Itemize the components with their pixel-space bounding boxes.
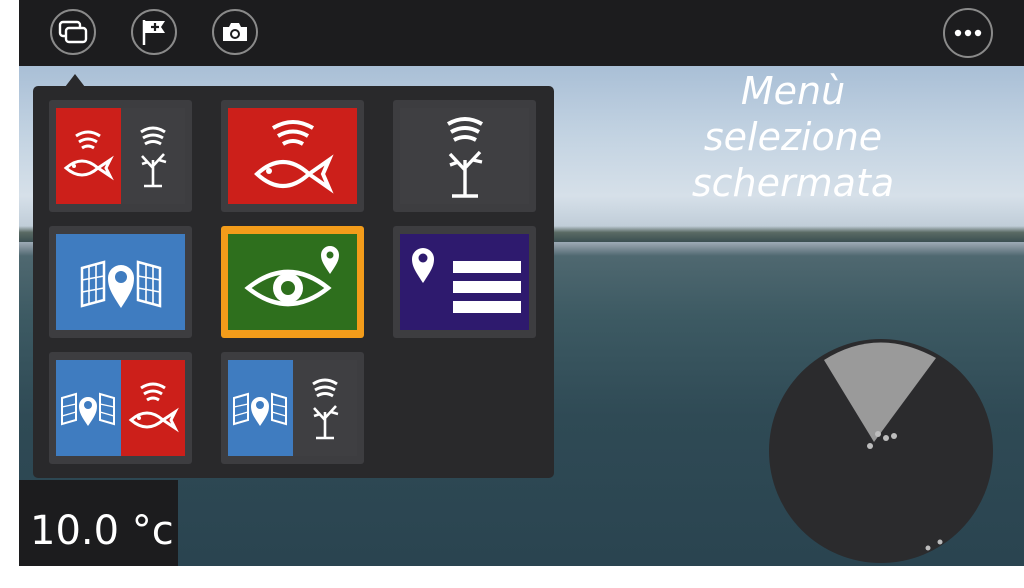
split-screen-icon bbox=[58, 20, 88, 44]
tile-waypoint-list[interactable] bbox=[393, 226, 536, 338]
tree-downvision-icon bbox=[400, 108, 529, 204]
add-waypoint-button[interactable] bbox=[131, 9, 177, 55]
tile-sonar-downvision[interactable] bbox=[49, 100, 192, 212]
pin-list-icon bbox=[400, 234, 529, 330]
top-toolbar bbox=[19, 0, 1024, 66]
screen-select-caption: Menù selezione schermata bbox=[668, 68, 918, 206]
ellipsis-icon bbox=[954, 29, 982, 37]
water-temperature-value: 10.0 °c bbox=[30, 508, 174, 554]
tree-downvision-icon bbox=[120, 108, 185, 204]
screenshot-button[interactable] bbox=[212, 9, 258, 55]
fish-sonar-icon bbox=[56, 108, 121, 204]
tile-chart-downvision[interactable] bbox=[221, 352, 364, 464]
camera-icon bbox=[223, 23, 247, 41]
chart-pin-icon bbox=[228, 360, 293, 456]
more-menu-button[interactable] bbox=[943, 8, 993, 58]
fish-sonar-icon bbox=[120, 360, 185, 456]
caption-line-3: schermata bbox=[691, 161, 895, 205]
tile-chart[interactable] bbox=[49, 226, 192, 338]
tree-downvision-icon bbox=[292, 360, 357, 456]
tile-chart-sonar[interactable] bbox=[49, 352, 192, 464]
caption-line-1: Menù bbox=[740, 69, 846, 113]
fish-sonar-icon bbox=[228, 108, 357, 204]
eye-pin-icon bbox=[228, 234, 357, 330]
tile-downvision[interactable] bbox=[393, 100, 536, 212]
screen-select-menu bbox=[33, 86, 554, 478]
tile-camera[interactable] bbox=[221, 226, 364, 338]
chart-pin-icon bbox=[56, 234, 185, 330]
screen-select-button[interactable] bbox=[50, 9, 96, 55]
caption-line-2: selezione bbox=[703, 115, 883, 159]
chart-pin-icon bbox=[56, 360, 121, 456]
radar-compass-icon bbox=[769, 339, 993, 563]
flag-plus-icon bbox=[142, 20, 165, 45]
tile-sonar[interactable] bbox=[221, 100, 364, 212]
